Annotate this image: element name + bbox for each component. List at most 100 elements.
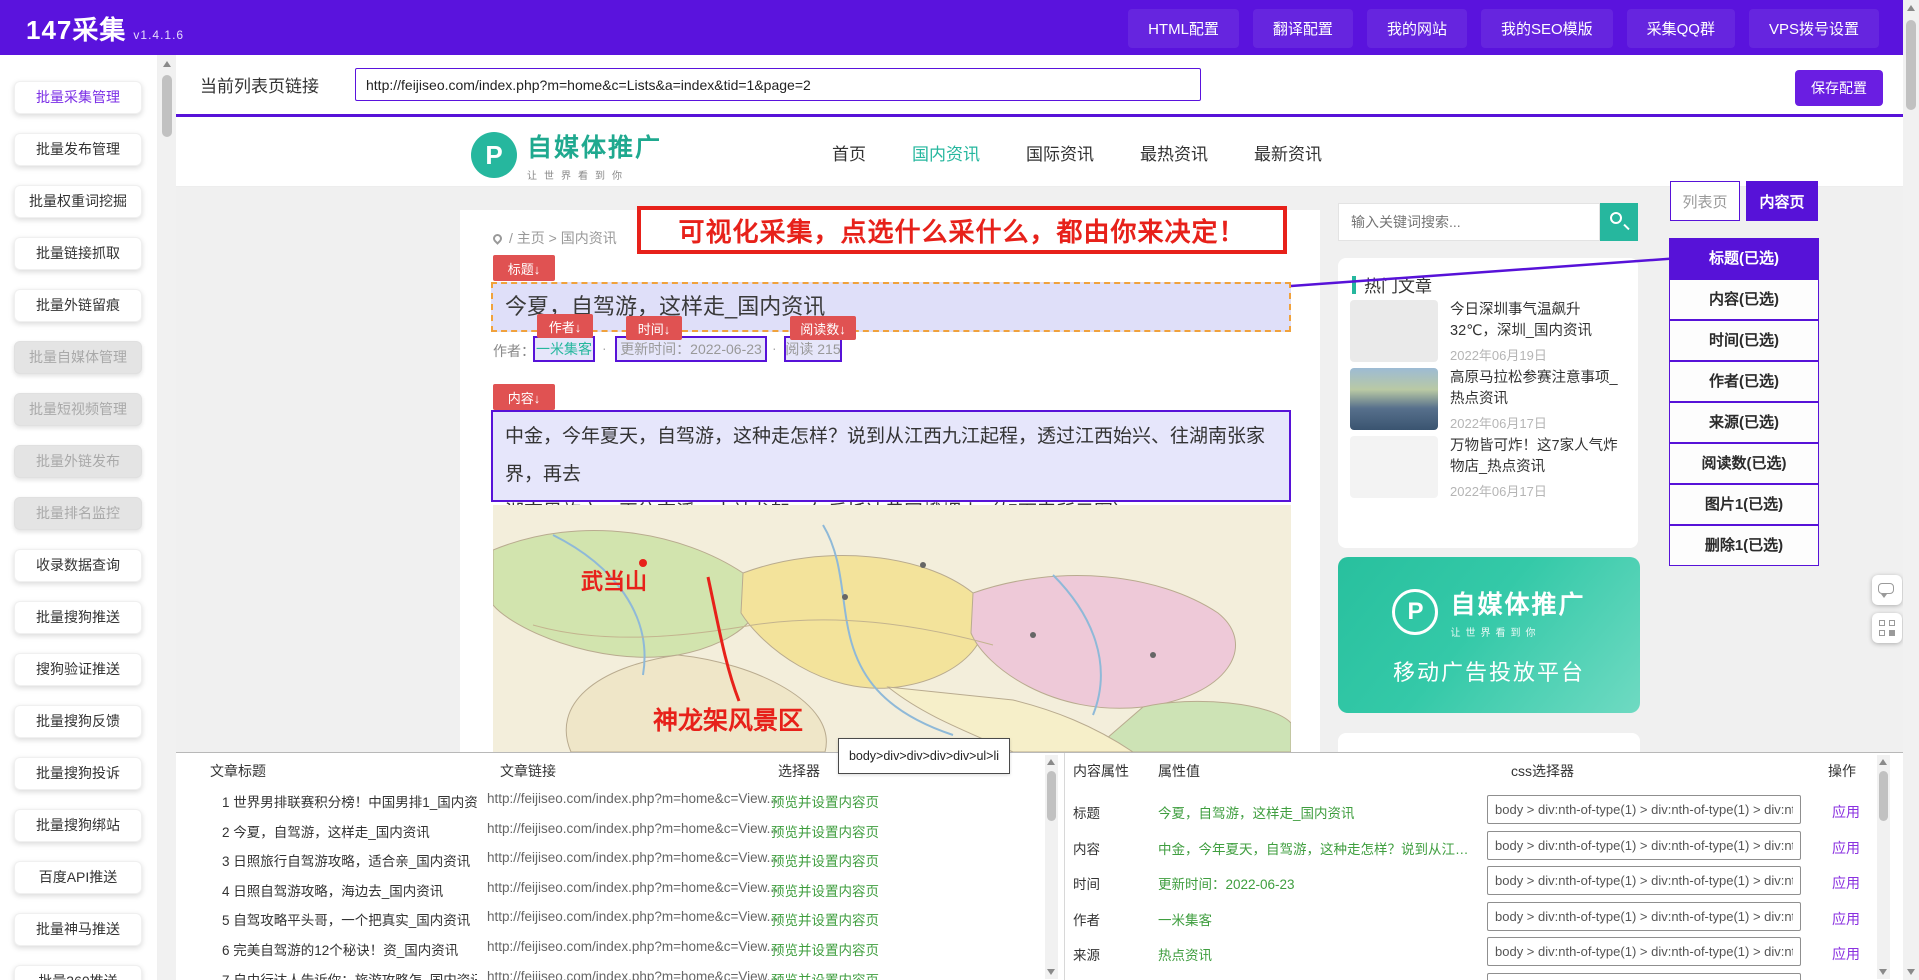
sidebar-item[interactable]: 批量360推送 xyxy=(14,965,142,980)
site-nav-item[interactable]: 首页 xyxy=(832,140,866,165)
scroll-up-icon[interactable] xyxy=(1879,759,1887,765)
apply-button[interactable]: 应用 xyxy=(1832,909,1860,929)
attr-name-cell: 时间 xyxy=(1073,873,1100,893)
site-search-button[interactable] xyxy=(1600,203,1638,241)
list-table-scrollbar[interactable] xyxy=(1045,755,1058,979)
save-config-button[interactable]: 保存配置 xyxy=(1795,70,1883,106)
site-nav-item[interactable]: 最热资讯 xyxy=(1140,140,1208,165)
sidebar-item[interactable]: 批量权重词挖掘 xyxy=(14,185,142,218)
next-card-edge xyxy=(1338,733,1640,752)
feedback-button[interactable] xyxy=(1872,575,1902,605)
css-selector-input[interactable] xyxy=(1487,973,1801,980)
site-nav-item[interactable]: 国内资讯 xyxy=(912,140,980,165)
sidebar-item[interactable]: 批量链接抓取 xyxy=(14,237,142,270)
map-label-shennongjia: 神龙架风景区 xyxy=(653,707,803,735)
panel-field-button[interactable]: 标题(已选) xyxy=(1669,238,1819,279)
article-title-cell: 6 完美自驾游的12个秘诀！资_国内资讯 xyxy=(222,939,458,959)
panel-field-button[interactable]: 来源(已选) xyxy=(1669,402,1819,443)
apply-button[interactable]: 应用 xyxy=(1832,944,1860,964)
scroll-up-icon[interactable] xyxy=(1047,759,1055,765)
apply-button[interactable]: 应用 xyxy=(1832,802,1860,822)
topnav-item[interactable]: 我的网站 xyxy=(1367,9,1467,48)
css-selector-input[interactable] xyxy=(1487,902,1801,931)
tab-content-page[interactable]: 内容页 xyxy=(1746,181,1818,221)
hot-article[interactable]: 万物皆可炸！这7家人气炸物店_热点资讯2022年06月17日 xyxy=(1350,436,1626,498)
col-attr-name: 内容属性 xyxy=(1073,761,1129,781)
tag-content[interactable]: 内容↓ xyxy=(493,384,555,410)
sidebar-item[interactable]: 批量神马推送 xyxy=(14,913,142,946)
sidebar-item[interactable]: 收录数据查询 xyxy=(14,549,142,582)
topnav-item[interactable]: HTML配置 xyxy=(1128,9,1239,48)
scroll-up-icon[interactable] xyxy=(1907,5,1915,11)
topnav-item[interactable]: 采集QQ群 xyxy=(1627,9,1735,48)
css-selector-input[interactable] xyxy=(1487,937,1801,966)
site-brand: 自媒体推广 xyxy=(527,128,662,164)
topnav-item[interactable]: 翻译配置 xyxy=(1253,9,1353,48)
selector-tooltip: body>div>div>div>div>ul>li xyxy=(838,738,1010,774)
panel-field-button[interactable]: 阅读数(已选) xyxy=(1669,443,1819,484)
list-url-input[interactable] xyxy=(355,68,1201,101)
col-action: 操作 xyxy=(1828,761,1856,781)
tag-title[interactable]: 标题↓ xyxy=(493,255,555,281)
content-selection[interactable]: 中金，今年夏天，自驾游，这种走怎样？说到从江西九江起程，透过江西始兴、往湖南张家… xyxy=(491,410,1291,502)
panel-field-button[interactable]: 作者(已选) xyxy=(1669,361,1819,402)
preview-set-content-link[interactable]: 预览并设置内容页 xyxy=(771,939,879,959)
site-logo[interactable]: P 自媒体推广 让世界看到你 xyxy=(471,128,662,182)
preview-set-content-link[interactable]: 预览并设置内容页 xyxy=(771,909,879,929)
css-selector-input[interactable] xyxy=(1487,866,1801,895)
panel-field-button[interactable]: 图片1(已选) xyxy=(1669,484,1819,525)
scrollbar-thumb[interactable] xyxy=(1906,20,1916,110)
sidebar-item[interactable]: 批量搜狗推送 xyxy=(14,601,142,634)
hot-article[interactable]: 高原马拉松参赛注意事项_热点资讯2022年06月17日 xyxy=(1350,368,1626,430)
sidebar: 批量采集管理批量发布管理批量权重词挖掘批量链接抓取批量外链留痕批量自媒体管理批量… xyxy=(0,55,158,980)
sidebar-item[interactable]: 批量搜狗投诉 xyxy=(14,757,142,790)
table-row: 内容中金，今年夏天，自驾游，这种走怎样？说到从江西九江...应用 xyxy=(1064,829,1894,864)
sidebar-item[interactable]: 批量采集管理 xyxy=(14,81,142,114)
tag-views[interactable]: 阅读数↓ xyxy=(790,316,856,340)
apply-button[interactable]: 应用 xyxy=(1832,838,1860,858)
window-scrollbar[interactable] xyxy=(1903,0,1919,980)
apply-button[interactable]: 应用 xyxy=(1832,873,1860,893)
scroll-down-icon[interactable] xyxy=(1879,969,1887,975)
scroll-up-icon[interactable] xyxy=(163,61,171,67)
sidebar-item[interactable]: 批量外链留痕 xyxy=(14,289,142,322)
qrcode-button[interactable] xyxy=(1872,613,1902,643)
sidebar-item[interactable]: 批量搜狗反馈 xyxy=(14,705,142,738)
article-title-selection[interactable]: 今夏，自驾游，这样走_国内资讯 xyxy=(491,282,1291,332)
site-search-input[interactable] xyxy=(1338,203,1600,241)
scroll-down-icon[interactable] xyxy=(1907,969,1915,975)
panel-field-button[interactable]: 时间(已选) xyxy=(1669,320,1819,361)
hot-article[interactable]: 今日深圳事气温飙升32℃，深圳_国内资讯2022年06月19日 xyxy=(1350,300,1626,362)
panel-field-button[interactable]: 删除1(已选) xyxy=(1669,525,1819,566)
topnav-item[interactable]: 我的SEO模版 xyxy=(1481,9,1613,48)
author-selection[interactable]: 一米集客 xyxy=(533,336,595,362)
main-left-scrollbar[interactable] xyxy=(158,55,176,980)
scroll-down-icon[interactable] xyxy=(1047,969,1055,975)
css-selector-input[interactable] xyxy=(1487,795,1801,824)
sidebar-item[interactable]: 百度API推送 xyxy=(14,861,142,894)
sidebar-item[interactable]: 批量发布管理 xyxy=(14,133,142,166)
tag-author[interactable]: 作者↓ xyxy=(537,314,593,338)
tag-time[interactable]: 时间↓ xyxy=(626,316,682,340)
article-map-image[interactable]: 武当山 神龙架风景区 xyxy=(493,505,1291,752)
sidebar-item[interactable]: 批量搜狗绑站 xyxy=(14,809,142,842)
tab-list-page[interactable]: 列表页 xyxy=(1670,181,1740,221)
scrollbar-thumb[interactable] xyxy=(162,75,172,137)
preview-set-content-link[interactable]: 预览并设置内容页 xyxy=(771,969,879,980)
panel-field-button[interactable]: 内容(已选) xyxy=(1669,279,1819,320)
site-nav-item[interactable]: 最新资讯 xyxy=(1254,140,1322,165)
css-selector-input[interactable] xyxy=(1487,831,1801,860)
preview-set-content-link[interactable]: 预览并设置内容页 xyxy=(771,850,879,870)
hot-article-title: 万物皆可炸！这7家人气炸物店_热点资讯 xyxy=(1450,436,1626,478)
table-row: 阅读数阅读 function tag_arcclick(aid) { var a… xyxy=(1064,971,1894,980)
preview-set-content-link[interactable]: 预览并设置内容页 xyxy=(771,821,879,841)
topnav-item[interactable]: VPS拨号设置 xyxy=(1749,9,1879,48)
scrollbar-thumb[interactable] xyxy=(1047,771,1056,821)
ad-banner[interactable]: P 自媒体推广 让世界看到你 移动广告投放平台 xyxy=(1338,557,1640,713)
preview-set-content-link[interactable]: 预览并设置内容页 xyxy=(771,880,879,900)
site-nav-item[interactable]: 国际资讯 xyxy=(1026,140,1094,165)
attr-table-scrollbar[interactable] xyxy=(1877,755,1890,979)
scrollbar-thumb[interactable] xyxy=(1879,771,1888,821)
sidebar-item[interactable]: 搜狗验证推送 xyxy=(14,653,142,686)
preview-set-content-link[interactable]: 预览并设置内容页 xyxy=(771,791,879,811)
